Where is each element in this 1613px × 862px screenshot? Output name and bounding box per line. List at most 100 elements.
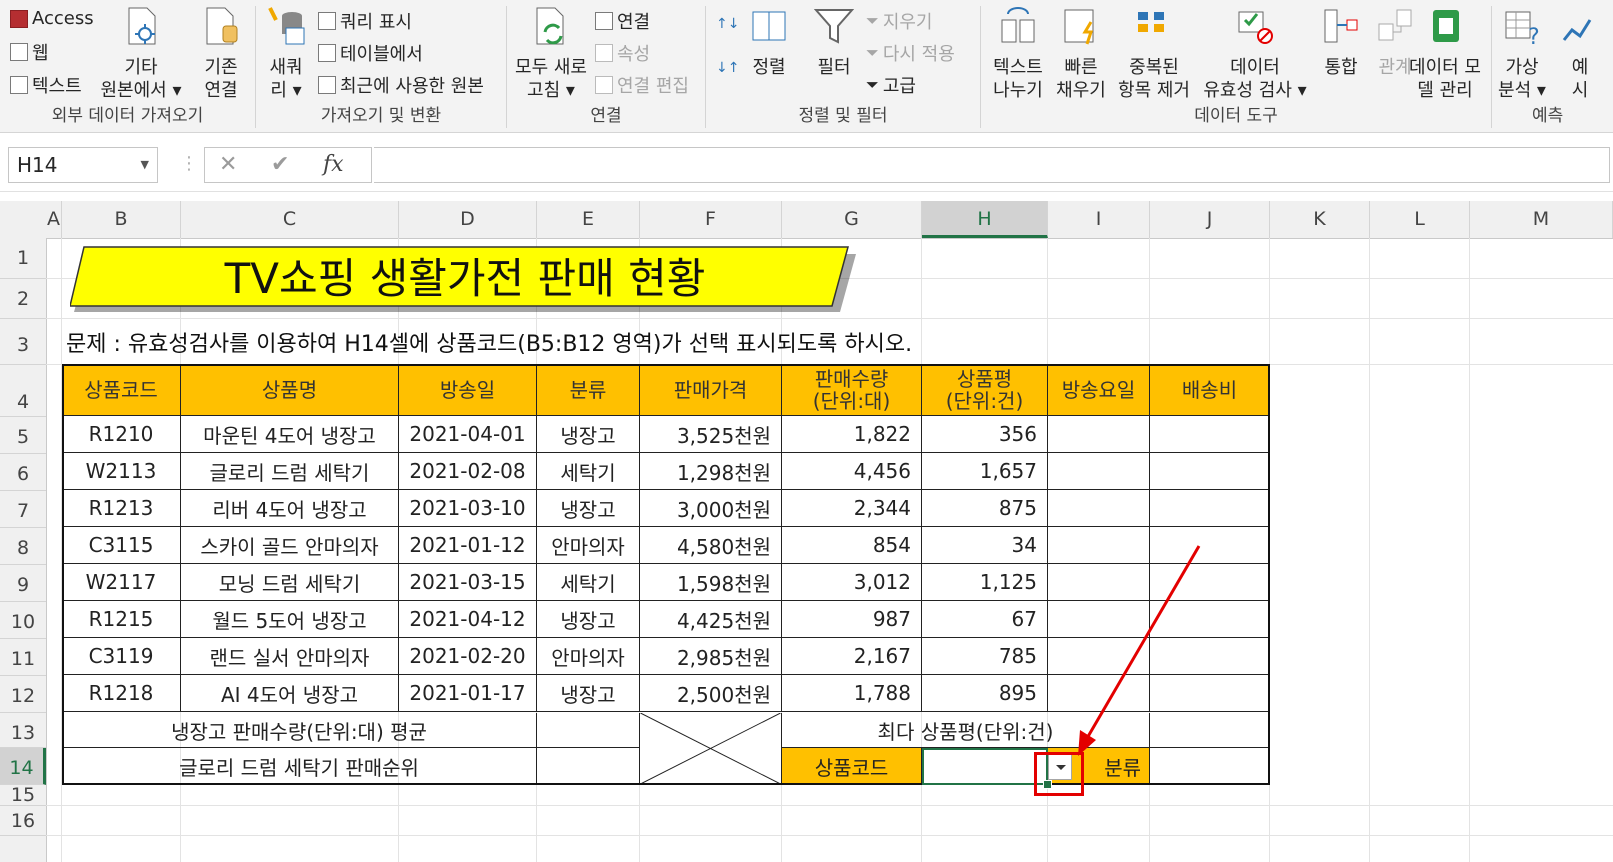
column-header-j[interactable]: J	[1150, 201, 1270, 238]
row-header-5[interactable]: 5	[0, 417, 46, 454]
fridge-avg-label[interactable]: 냉장고 판매수량(단위:대) 평균	[62, 713, 537, 748]
what-if-analysis-button[interactable]: ? 가상 분석 ▾	[1494, 6, 1550, 102]
text-to-columns-button[interactable]: 텍스트 나누기	[985, 6, 1051, 102]
cell-quantity[interactable]: 2,344	[782, 490, 922, 527]
column-header-d[interactable]: D	[399, 201, 537, 238]
cell-quantity[interactable]: 3,012	[782, 564, 922, 601]
cell-quantity[interactable]: 4,456	[782, 453, 922, 490]
cell-shipping[interactable]	[1150, 453, 1270, 490]
new-query-button[interactable]: 새쿼 리 ▾	[262, 6, 310, 102]
row-header-4[interactable]: 4	[0, 365, 46, 417]
glory-rank-label[interactable]: 글로리 드럼 세탁기 판매순위	[62, 748, 537, 785]
row-header-14[interactable]: 14	[0, 748, 46, 785]
cell-name[interactable]: 모닝 드럼 세탁기	[181, 564, 399, 601]
cell-category[interactable]: 안마의자	[537, 527, 640, 564]
consolidate-button[interactable]: 통합	[1315, 6, 1367, 79]
insert-function-icon[interactable]: fx	[323, 152, 344, 177]
column-header-h[interactable]: H	[922, 201, 1048, 238]
cell-price[interactable]: 2,985천원	[640, 638, 782, 675]
cell-reviews[interactable]: 785	[922, 638, 1048, 675]
web-button[interactable]: 웹	[10, 39, 49, 65]
row-header-13[interactable]: 13	[0, 713, 46, 748]
cell-code[interactable]: R1218	[62, 675, 181, 712]
cell-name[interactable]: 글로리 드럼 세탁기	[181, 453, 399, 490]
row-header-9[interactable]: 9	[0, 565, 46, 602]
recent-sources-button[interactable]: 최근에 사용한 원본	[318, 72, 484, 98]
text-file-button[interactable]: 텍스트	[10, 72, 82, 98]
header-price[interactable]: 판매가격	[640, 364, 782, 416]
cell-quantity[interactable]: 854	[782, 527, 922, 564]
row-header-16[interactable]: 16	[0, 806, 46, 836]
fridge-avg-value[interactable]	[537, 713, 640, 748]
cell-code[interactable]: C3119	[62, 638, 181, 675]
cell-reviews[interactable]: 67	[922, 601, 1048, 638]
cell-code[interactable]: R1210	[62, 416, 181, 453]
cell-reviews[interactable]: 1,657	[922, 453, 1048, 490]
cell-reviews[interactable]: 356	[922, 416, 1048, 453]
chevron-down-icon[interactable]: ▼	[141, 148, 149, 182]
sort-desc-button[interactable]: ↓↑	[716, 60, 739, 76]
cell-name[interactable]: 리버 4도어 냉장고	[181, 490, 399, 527]
cell-date[interactable]: 2021-03-15	[399, 564, 537, 601]
from-table-button[interactable]: 테이블에서	[318, 40, 423, 66]
reapply-button[interactable]: ⏷ 다시 적용	[866, 40, 955, 66]
cell-quantity[interactable]: 1,788	[782, 675, 922, 712]
code-label-cell[interactable]: 상품코드	[782, 748, 922, 785]
cell-category[interactable]: 냉장고	[537, 416, 640, 453]
cell-price[interactable]: 4,580천원	[640, 527, 782, 564]
row-header-6[interactable]: 6	[0, 454, 46, 491]
active-cell-h14[interactable]	[922, 748, 1048, 785]
row-header-2[interactable]: 2	[0, 279, 46, 319]
row-header-1[interactable]: 1	[0, 238, 46, 279]
show-queries-button[interactable]: 쿼리 표시	[318, 8, 412, 34]
clear-filter-button[interactable]: ⏷ 지우기	[866, 8, 933, 34]
header-reviews[interactable]: 상품평 (단위:건)	[922, 364, 1048, 416]
cell-quantity[interactable]: 1,822	[782, 416, 922, 453]
cell-code[interactable]: W2113	[62, 453, 181, 490]
formula-input[interactable]	[374, 147, 1610, 183]
column-header-g[interactable]: G	[782, 201, 922, 238]
cell-reviews[interactable]: 1,125	[922, 564, 1048, 601]
header-broadcast-date[interactable]: 방송일	[399, 364, 537, 416]
cell-reviews[interactable]: 875	[922, 490, 1048, 527]
connections-button[interactable]: 연결	[595, 8, 650, 34]
advanced-filter-button[interactable]: ⏷ 고급	[866, 72, 916, 98]
cell-reviews[interactable]: 895	[922, 675, 1048, 712]
cell-category[interactable]: 냉장고	[537, 675, 640, 712]
cell-name[interactable]: 스카이 골드 안마의자	[181, 527, 399, 564]
sort-asc-button[interactable]: ↑↓	[716, 16, 739, 32]
cell-date[interactable]: 2021-04-01	[399, 416, 537, 453]
forecast-sheet-button[interactable]: 예 시	[1552, 6, 1608, 102]
column-header-e[interactable]: E	[537, 201, 640, 238]
column-header-c[interactable]: C	[181, 201, 399, 238]
row-header-10[interactable]: 10	[0, 602, 46, 639]
remove-duplicates-button[interactable]: 중복된 항목 제거	[1111, 6, 1197, 102]
column-header-a[interactable]: A	[46, 201, 62, 238]
cell-date[interactable]: 2021-03-10	[399, 490, 537, 527]
existing-connections-button[interactable]: 기존 연결	[192, 6, 250, 102]
column-header-f[interactable]: F	[640, 201, 782, 238]
cell-date[interactable]: 2021-01-12	[399, 527, 537, 564]
cell-quantity[interactable]: 2,167	[782, 638, 922, 675]
problem-statement[interactable]: 문제 : 유효성검사를 이용하여 H14셀에 상품코드(B5:B12 영역)가 …	[66, 326, 912, 358]
column-header-k[interactable]: K	[1270, 201, 1370, 238]
column-header-b[interactable]: B	[62, 201, 181, 238]
more-icon[interactable]: ⋮	[180, 153, 198, 174]
cell-code[interactable]: R1215	[62, 601, 181, 638]
cell-date[interactable]: 2021-04-12	[399, 601, 537, 638]
sort-button[interactable]: 정렬	[744, 6, 794, 79]
filter-button[interactable]: 필터	[808, 6, 860, 79]
cell-code[interactable]: C3115	[62, 527, 181, 564]
cell-category[interactable]: 냉장고	[537, 601, 640, 638]
row-header-8[interactable]: 8	[0, 528, 46, 565]
header-product-name[interactable]: 상품명	[181, 364, 399, 416]
row-header-12[interactable]: 12	[0, 676, 46, 713]
column-header-i[interactable]: I	[1048, 201, 1150, 238]
row-header-15[interactable]: 15	[0, 785, 46, 806]
cell-category[interactable]: 안마의자	[537, 638, 640, 675]
cell-price[interactable]: 3,525천원	[640, 416, 782, 453]
edit-links-button[interactable]: 연결 편집	[595, 72, 689, 98]
cell-price[interactable]: 1,298천원	[640, 453, 782, 490]
other-sources-button[interactable]: 기타 원본에서 ▾	[96, 6, 186, 102]
crossed-out-cell[interactable]	[640, 713, 782, 785]
